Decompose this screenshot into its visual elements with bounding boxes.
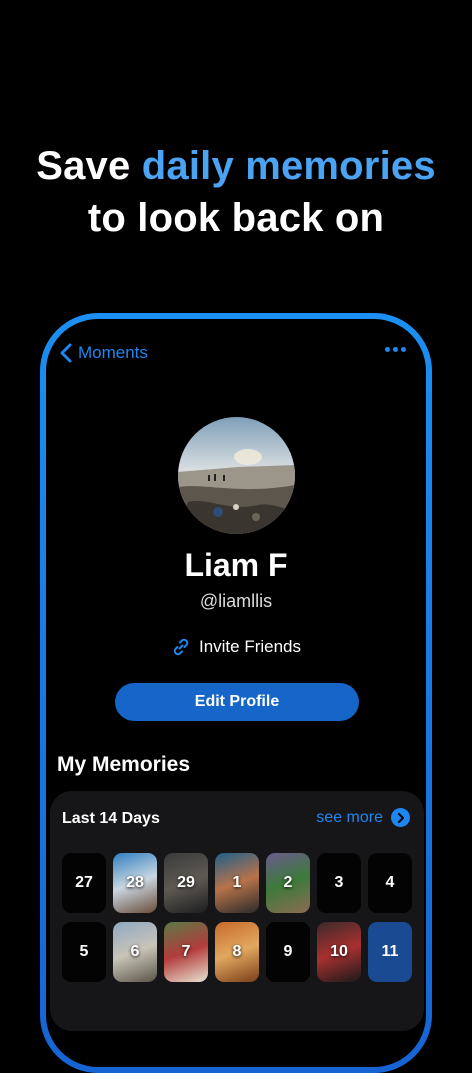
day-number: 9 [283, 943, 293, 960]
headline-prefix: Save [36, 144, 142, 188]
day-tile[interactable]: 4 [368, 853, 412, 913]
profile-handle: @liamllis [199, 591, 273, 611]
day-tile-photo[interactable]: 7 [164, 922, 208, 982]
back-label: Moments [78, 343, 148, 362]
day-number: 28 [126, 874, 144, 891]
chevron-right-circle-icon [391, 808, 410, 827]
day-tile-photo[interactable]: 6 [113, 922, 157, 982]
see-more-label: see more [316, 808, 383, 826]
link-icon [173, 638, 189, 656]
card-title: Last 14 Days [62, 810, 160, 827]
day-tile-photo[interactable]: 29 [164, 853, 208, 913]
profile-name: Liam F [184, 547, 288, 583]
day-number: 5 [79, 943, 89, 960]
see-more-link[interactable]: see more [316, 808, 410, 827]
day-tile-photo[interactable]: 8 [215, 922, 259, 982]
day-number: 6 [130, 943, 140, 960]
back-button[interactable]: Moments [60, 343, 148, 363]
day-number: 7 [181, 943, 191, 960]
chevron-left-icon [60, 343, 72, 363]
day-number: 2 [283, 874, 293, 891]
day-number: 29 [177, 874, 195, 891]
edit-profile-button[interactable]: Edit Profile [115, 683, 359, 721]
avatar-photo [178, 417, 295, 534]
marketing-headline: Save daily memories to look back on [0, 140, 472, 244]
day-number: 1 [232, 874, 242, 891]
more-options-button[interactable] [385, 347, 406, 352]
ellipsis-icon [385, 347, 390, 352]
day-number: 27 [75, 874, 93, 891]
day-grid: 27 28 29 1 2 3 4 5 6 7 8 9 10 11 [62, 853, 412, 982]
headline-line-2: to look back on [87, 196, 385, 240]
invite-friends-button[interactable]: Invite Friends [46, 637, 426, 657]
day-number: 11 [381, 943, 399, 960]
ellipsis-dot [393, 347, 398, 352]
day-number: 3 [334, 874, 344, 891]
day-tile-today[interactable]: 11 [368, 922, 412, 982]
memories-card: Last 14 Days see more 27 28 29 1 2 3 4 5 6 7 8 9 10 1… [50, 791, 424, 1031]
day-number: 4 [385, 874, 395, 891]
phone-frame: Moments Liam F @liamllis Invite Friends … [40, 313, 432, 1073]
day-tile[interactable]: 27 [62, 853, 106, 913]
avatar[interactable] [178, 417, 295, 534]
headline-accent: daily memories [141, 144, 436, 188]
phone-screen: Moments Liam F @liamllis Invite Friends … [46, 319, 426, 1067]
headline-line-1: Save daily memories [0, 140, 472, 192]
day-tile-photo[interactable]: 1 [215, 853, 259, 913]
day-number: 8 [232, 943, 242, 960]
day-tile[interactable]: 9 [266, 922, 310, 982]
day-number: 10 [330, 943, 348, 960]
invite-label: Invite Friends [198, 637, 302, 656]
ellipsis-dot [401, 347, 406, 352]
day-tile-photo[interactable]: 28 [113, 853, 157, 913]
day-tile[interactable]: 5 [62, 922, 106, 982]
day-tile-photo[interactable]: 10 [317, 922, 361, 982]
my-memories-title: My Memories [57, 753, 191, 776]
day-tile[interactable]: 3 [317, 853, 361, 913]
day-tile-photo[interactable]: 2 [266, 853, 310, 913]
